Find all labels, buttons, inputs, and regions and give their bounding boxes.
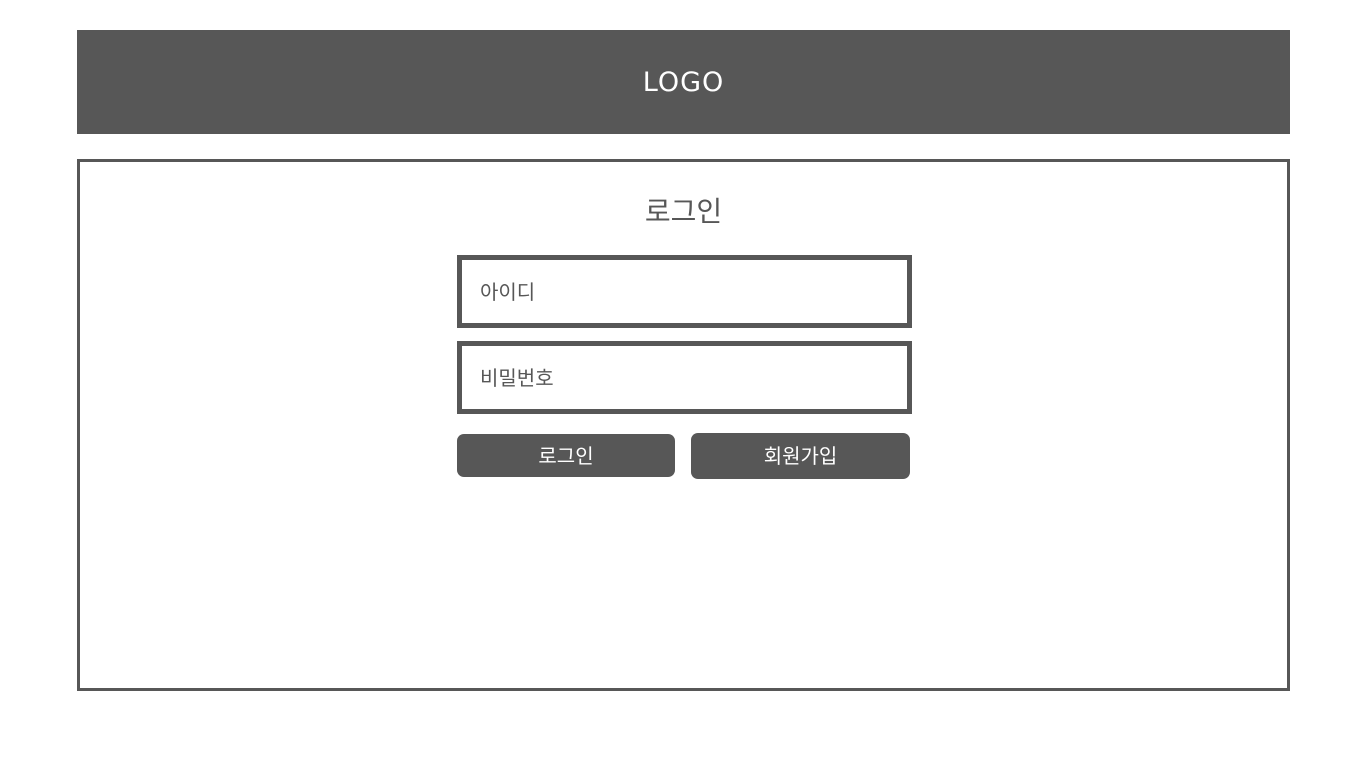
password-input[interactable] xyxy=(462,346,907,409)
logo[interactable]: LOGO xyxy=(643,67,725,98)
page-title: 로그인 xyxy=(644,195,723,228)
signup-button[interactable]: 회원가입 xyxy=(691,433,910,479)
id-input[interactable] xyxy=(462,260,907,323)
id-field[interactable] xyxy=(457,255,912,328)
password-field[interactable] xyxy=(457,341,912,414)
login-button[interactable]: 로그인 xyxy=(457,434,675,477)
login-panel: 로그인 로그인 회원가입 xyxy=(77,159,1290,691)
header-bar: LOGO xyxy=(77,30,1290,134)
